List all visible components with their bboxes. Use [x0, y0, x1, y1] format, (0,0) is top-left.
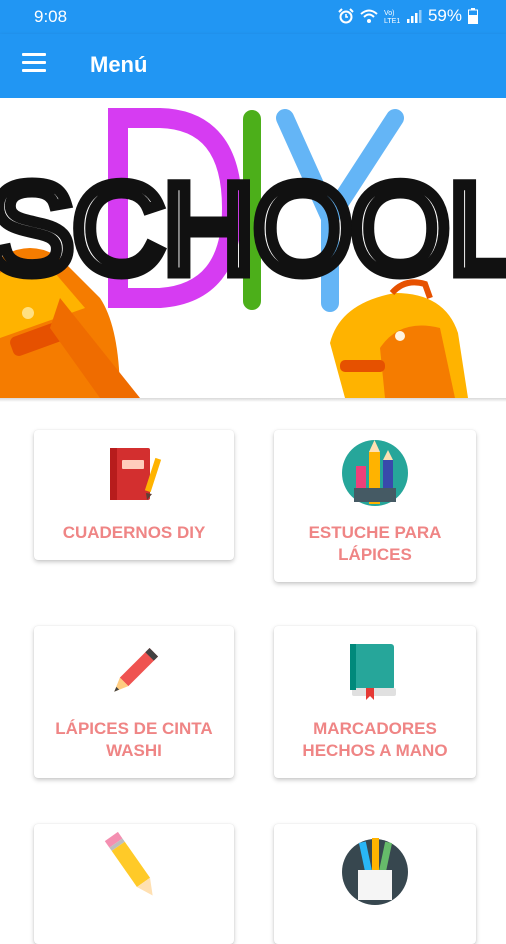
card-estuche-para-lapices[interactable]: ESTUCHE PARA LÁPICES: [274, 430, 476, 582]
svg-text:LTE1: LTE1: [384, 18, 400, 24]
svg-text:Vo): Vo): [384, 10, 395, 17]
card-label-line1: ESTUCHE PARA: [308, 523, 442, 542]
card-label-line2: WASHI: [106, 741, 162, 760]
pencil-case-icon: [342, 440, 408, 506]
card-5[interactable]: [34, 824, 234, 944]
page-title: Menú: [90, 52, 148, 77]
pencil-cup-icon: [342, 838, 408, 905]
diy-school-banner: SCHOOL: [0, 98, 506, 398]
yellow-pencil-icon: [104, 831, 153, 896]
volte-icon: Vo) LTE1: [384, 10, 400, 24]
banner-school-word: SCHOOL: [0, 158, 506, 301]
card-label: CUADERNOS DIY: [62, 523, 206, 542]
card-label-line2: HECHOS A MANO: [302, 741, 448, 760]
book-icon: [350, 644, 396, 700]
signal-icon: [406, 10, 422, 23]
card-label-line1: LÁPICES DE CINTA: [55, 719, 213, 738]
battery-icon: [468, 8, 478, 24]
hamburger-menu-icon[interactable]: [22, 53, 48, 79]
app-bar: Menú: [0, 34, 506, 98]
notebook-icon: [110, 448, 162, 500]
banner-illustration: SCHOOL: [0, 108, 506, 398]
card-label-line2: LÁPICES: [338, 545, 412, 564]
alarm-icon: [338, 8, 354, 24]
card-lapices-de-cinta-washi[interactable]: LÁPICES DE CINTA WASHI: [34, 626, 234, 778]
card-6[interactable]: [274, 824, 476, 944]
card-cuadernos-diy[interactable]: CUADERNOS DIY: [34, 430, 234, 560]
pencil-icon: [114, 647, 159, 692]
status-icons: Vo) LTE1 59%: [338, 6, 478, 26]
card-marcadores-hechos-a-mano[interactable]: MARCADORES HECHOS A MANO: [274, 626, 476, 778]
battery-percent: 59%: [427, 6, 462, 25]
wifi-icon: [360, 9, 378, 23]
status-time: 9:08: [34, 7, 68, 26]
banner-shadow: [0, 398, 506, 402]
status-bar: 9:08 Vo) LTE1 59%: [0, 0, 506, 34]
card-label-line1: MARCADORES: [313, 719, 437, 738]
